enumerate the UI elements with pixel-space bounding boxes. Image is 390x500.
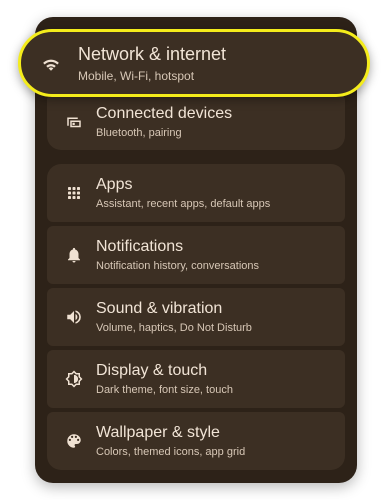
- settings-item-subtitle: Dark theme, font size, touch: [96, 383, 233, 396]
- settings-item-title: Network & internet: [78, 43, 227, 64]
- settings-item-title: Wallpaper & style: [96, 423, 220, 441]
- speaker-icon: [63, 306, 85, 328]
- apps-grid-icon: [63, 182, 85, 204]
- brightness-icon: [63, 368, 85, 390]
- settings-item-subtitle: Volume, haptics, Do Not Disturb: [96, 321, 252, 334]
- settings-item-sound-vibration[interactable]: Sound & vibration Volume, haptics, Do No…: [47, 288, 345, 346]
- settings-item-title: Notifications: [96, 237, 184, 255]
- settings-item-title: Display & touch: [96, 361, 208, 379]
- settings-item-title: Connected devices: [96, 104, 233, 122]
- settings-item-title: Sound & vibration: [96, 299, 223, 317]
- settings-item-subtitle: Mobile, Wi-Fi, hotspot: [78, 68, 195, 83]
- settings-item-notifications[interactable]: Notifications Notification history, conv…: [47, 226, 345, 284]
- devices-icon: [63, 111, 85, 133]
- settings-item-subtitle: Assistant, recent apps, default apps: [96, 197, 271, 210]
- settings-item-subtitle: Bluetooth, pairing: [96, 126, 182, 139]
- settings-item-network-internet[interactable]: Network & internet Mobile, Wi-Fi, hotspo…: [18, 29, 370, 97]
- palette-icon: [63, 430, 85, 452]
- settings-item-title: Apps: [96, 175, 133, 193]
- settings-item-subtitle: Colors, themed icons, app grid: [96, 445, 246, 458]
- wifi-icon: [40, 52, 62, 74]
- settings-item-display-touch[interactable]: Display & touch Dark theme, font size, t…: [47, 350, 345, 408]
- bell-icon: [63, 244, 85, 266]
- settings-item-wallpaper-style[interactable]: Wallpaper & style Colors, themed icons, …: [47, 412, 345, 470]
- settings-item-apps[interactable]: Apps Assistant, recent apps, default app…: [47, 164, 345, 222]
- settings-item-subtitle: Notification history, conversations: [96, 259, 260, 272]
- settings-item-connected-devices[interactable]: Connected devices Bluetooth, pairing: [47, 94, 345, 150]
